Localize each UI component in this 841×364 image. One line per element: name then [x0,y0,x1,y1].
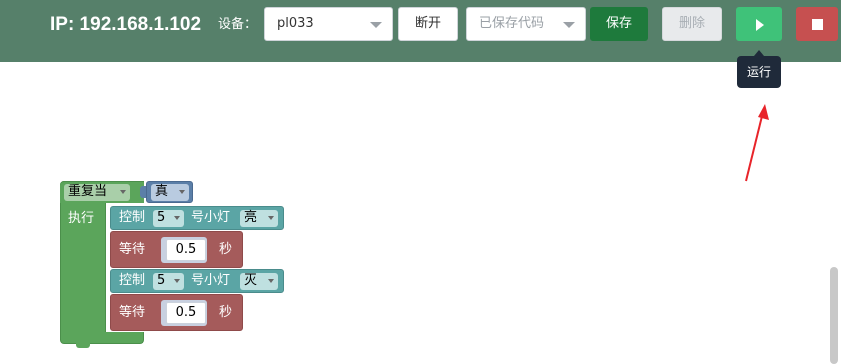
seconds-unit-label: 秒 [219,305,233,320]
wait-seconds-input[interactable]: 0.5 [166,239,206,261]
loop-mode-value: 重复当 [68,184,108,199]
control-light-block[interactable]: 控制 5 号小灯 灭 [110,269,284,293]
chevron-down-icon [268,279,274,283]
chevron-down-icon [179,190,185,194]
repeat-while-footer [60,332,144,344]
pin-dropdown[interactable]: 5 [153,210,184,227]
workspace-scrollbar[interactable] [830,267,838,364]
pin-dropdown[interactable]: 5 [153,273,184,290]
light-state-value: 灭 [244,273,258,288]
wait-keyword: 等待 [119,242,146,257]
loop-do-label: 执行 [68,211,95,226]
control-keyword: 控制 [119,273,146,288]
boolean-value: 真 [155,184,169,199]
light-state-dropdown[interactable]: 灭 [240,273,278,290]
control-light-block[interactable]: 控制 5 号小灯 亮 [110,206,284,230]
block-notch [76,343,90,348]
light-state-value: 亮 [244,210,258,225]
repeat-while-block[interactable] [60,181,106,343]
wait-block[interactable]: 等待 0.5 秒 [110,231,243,268]
chevron-down-icon [174,279,180,283]
control-keyword: 控制 [119,210,146,225]
pin-value: 5 [157,210,166,225]
wait-block[interactable]: 等待 0.5 秒 [110,294,243,331]
seconds-unit-label: 秒 [219,242,233,257]
boolean-dropdown[interactable]: 真 [151,184,189,201]
loop-mode-dropdown[interactable]: 重复当 [64,184,130,201]
wait-keyword: 等待 [119,305,146,320]
chevron-down-icon [174,216,180,220]
chevron-down-icon [120,190,126,194]
chevron-down-icon [268,216,274,220]
wait-seconds-input[interactable]: 0.5 [166,302,206,324]
light-unit-label: 号小灯 [191,210,231,225]
boolean-block[interactable]: 真 [146,181,193,203]
light-unit-label: 号小灯 [191,273,231,288]
light-state-dropdown[interactable]: 亮 [240,210,278,227]
pin-value: 5 [157,273,166,288]
